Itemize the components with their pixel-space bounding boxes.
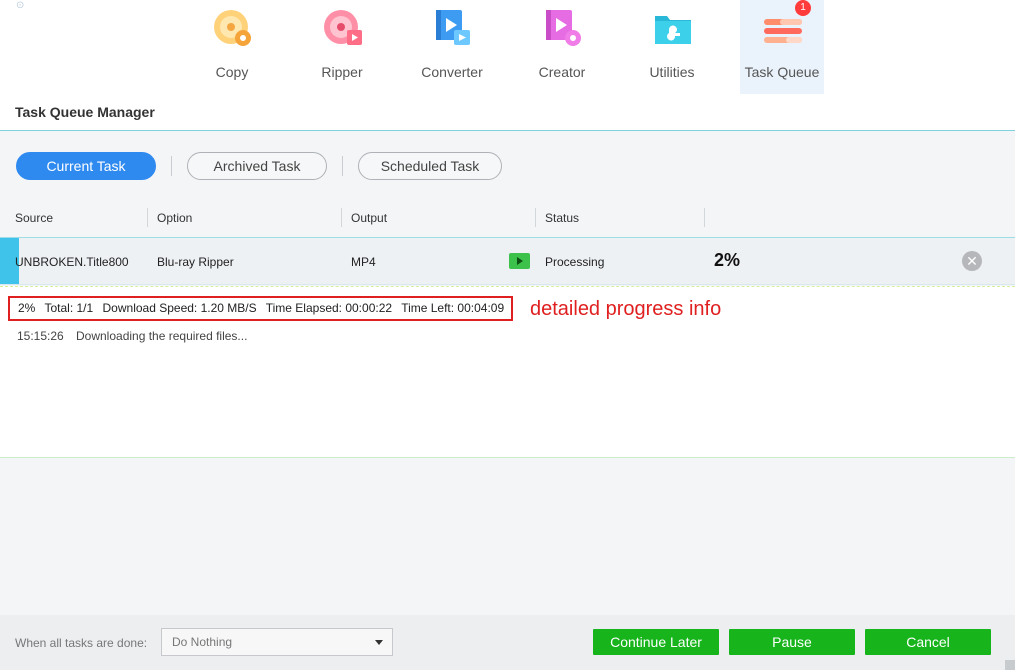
cell-option: Blu-ray Ripper (157, 255, 234, 269)
nav-label: Utilities (649, 64, 695, 80)
column-header-source: Source (15, 211, 54, 225)
page-title: Task Queue Manager (15, 104, 155, 120)
cell-status: Processing (545, 255, 605, 269)
table-row[interactable]: UNBROKEN.Title800 Blu-ray Ripper MP4 Pro… (0, 237, 1015, 285)
nav-item-utilities[interactable]: Utilities (630, 0, 714, 94)
nav-label: Ripper (321, 64, 363, 80)
task-detail-area: 2% Total: 1/1 Download Speed: 1.20 MB/S … (0, 286, 1015, 458)
continue-later-button[interactable]: Continue Later (593, 629, 719, 655)
remove-task-button[interactable]: ✕ (962, 251, 982, 271)
tab-label: Scheduled Task (380, 158, 480, 174)
close-icon: ✕ (966, 253, 978, 269)
nav-item-ripper[interactable]: Ripper (300, 0, 384, 94)
disc-creator-icon (546, 10, 581, 46)
column-separator (147, 208, 148, 227)
detail-time-left: Time Left: 00:04:09 (401, 301, 505, 315)
column-separator (704, 208, 705, 227)
column-header-option: Option (157, 211, 193, 225)
nav-label: Copy (215, 64, 249, 80)
top-navigation: ⊙ Copy Ripper Converter Creator Utilitie… (0, 0, 1015, 96)
disc-ripper-icon (324, 10, 362, 45)
tab-label: Current Task (46, 158, 126, 174)
detail-time-elapsed: Time Elapsed: 00:00:22 (265, 301, 393, 315)
divider (171, 156, 172, 176)
nav-item-converter[interactable]: Converter (410, 0, 494, 94)
detail-percent: 2% (18, 301, 36, 315)
annotation-text: detailed progress info (530, 298, 722, 320)
disc-copy-icon (214, 10, 251, 46)
tab-current-task[interactable]: Current Task (16, 152, 156, 180)
progress-percent: 2% (714, 250, 741, 270)
play-preview-button[interactable] (509, 253, 530, 269)
tab-scheduled-task[interactable]: Scheduled Task (358, 152, 502, 180)
video-converter-icon (436, 10, 470, 45)
pause-button[interactable]: Pause (729, 629, 855, 655)
after-done-select[interactable]: Do Nothing (161, 628, 393, 656)
toolbox-folder-icon (655, 16, 691, 44)
notification-badge: 1 (795, 0, 811, 16)
cell-source: UNBROKEN.Title800 (15, 255, 129, 269)
cancel-button[interactable]: Cancel (865, 629, 991, 655)
task-panel: Current Task Archived Task Scheduled Tas… (0, 131, 1015, 615)
tab-label: Archived Task (213, 158, 301, 174)
nav-label: Task Queue (744, 64, 820, 80)
cell-output: MP4 (351, 255, 376, 269)
nav-item-copy[interactable]: Copy (190, 0, 274, 94)
log-timestamp: 15:15:26 (17, 329, 64, 343)
after-done-label: When all tasks are done: (15, 636, 148, 650)
log-message: Downloading the required files... (76, 329, 248, 343)
nav-label: Converter (421, 64, 483, 80)
detail-download-speed: Download Speed: 1.20 MB/S (102, 301, 257, 315)
column-header-output: Output (351, 211, 388, 225)
footer-bar: When all tasks are done: Do Nothing Cont… (0, 615, 1015, 670)
tab-archived-task[interactable]: Archived Task (187, 152, 327, 180)
column-separator (341, 208, 342, 227)
window-corner-icon: ⊙ (16, 0, 25, 11)
select-value: Do Nothing (172, 635, 233, 649)
chevron-down-icon (375, 640, 383, 645)
divider (342, 156, 343, 176)
column-separator (535, 208, 536, 227)
detail-total: Total: 1/1 (44, 301, 94, 315)
nav-label: Creator (538, 64, 586, 80)
progress-info-box: 2% Total: 1/1 Download Speed: 1.20 MB/S … (8, 296, 513, 321)
nav-item-creator[interactable]: Creator (520, 0, 604, 94)
resize-grip[interactable] (1005, 660, 1015, 670)
column-header-status: Status (545, 211, 580, 225)
nav-item-task-queue[interactable]: 1 Task Queue (740, 0, 824, 94)
